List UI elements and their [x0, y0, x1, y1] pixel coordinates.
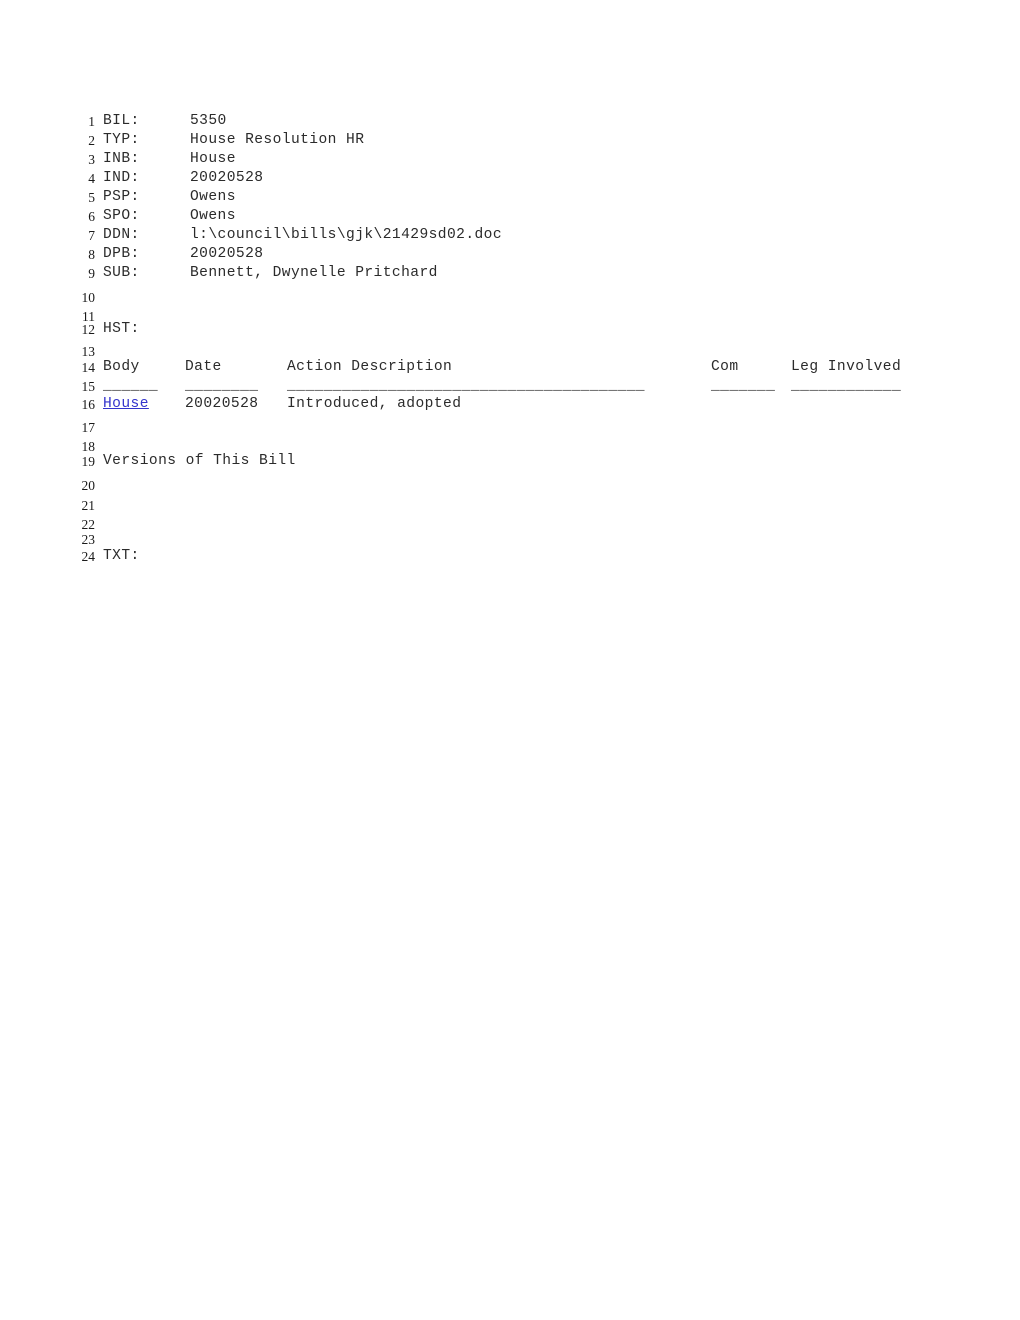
text-line: 21: [0, 496, 1020, 515]
field-value: House: [190, 151, 236, 167]
text-line: 1 BIL: 5350: [0, 112, 1020, 131]
field-value: 20020528: [190, 170, 264, 186]
text-line: 4 IND: 20020528: [0, 169, 1020, 188]
text-line: 15 ______ ________ ________________________…: [0, 377, 1020, 396]
line-number: 16: [81, 397, 96, 412]
text-line: 5 PSP: Owens: [0, 188, 1020, 207]
text-line: 9 SUB: Bennett, Dwynelle Pritchard: [0, 264, 1020, 283]
line-number: 12: [81, 322, 96, 337]
text-line: 17: [0, 418, 1020, 437]
field-value: Owens: [190, 208, 236, 224]
line-number: 24: [81, 549, 96, 564]
text-line: 8 DPB: 20020528: [0, 245, 1020, 264]
text-line: 20: [0, 476, 1020, 495]
line-number: 1: [88, 114, 95, 129]
text-line: 10: [0, 288, 1020, 307]
line-number: 6: [88, 209, 95, 224]
txt-section-label: TXT:: [103, 548, 140, 564]
text-line: 7 DDN: l:\council\bills\gjk\21429sd02.doc: [0, 226, 1020, 245]
field-value: House Resolution HR: [190, 132, 365, 148]
field-value: Owens: [190, 189, 236, 205]
column-header-com: Com: [711, 359, 739, 375]
text-line: 12 HST:: [0, 320, 1020, 339]
rule-com: _______: [711, 378, 776, 394]
field-label: TYP:: [103, 132, 140, 148]
field-label: SPO:: [103, 208, 140, 224]
column-header-body: Body: [103, 359, 140, 375]
field-label: SUB:: [103, 265, 140, 281]
history-action-description: Introduced, adopted: [287, 396, 462, 412]
line-number: 5: [88, 190, 95, 205]
field-value: 5350: [190, 113, 227, 129]
versions-heading: Versions of This Bill: [103, 453, 296, 469]
rule-leg: ____________: [791, 378, 902, 394]
rule-action: _______________________________________: [287, 378, 645, 394]
line-number: 4: [88, 171, 95, 186]
text-line: 6 SPO: Owens: [0, 207, 1020, 226]
text-line: 2 TYP: House Resolution HR: [0, 131, 1020, 150]
field-value: l:\council\bills\gjk\21429sd02.doc: [190, 227, 503, 243]
line-number: 20: [81, 478, 96, 493]
field-label: INB:: [103, 151, 140, 167]
field-value: Bennett, Dwynelle Pritchard: [190, 265, 438, 281]
text-line: 19 Versions of This Bill: [0, 452, 1020, 471]
text-line: 14 Body Date Action Description Com Leg Invol…: [0, 358, 1020, 377]
column-header-action: Action Description: [287, 359, 453, 375]
text-line: 16 House 20020528 Introduced, adopted: [0, 395, 1020, 414]
history-section-label: HST:: [103, 321, 140, 337]
line-number: 19: [81, 454, 96, 469]
field-label: PSP:: [103, 189, 140, 205]
field-label: BIL:: [103, 113, 140, 129]
rule-date: ________: [185, 378, 259, 394]
field-value: 20020528: [190, 246, 264, 262]
history-body-link[interactable]: House: [103, 395, 149, 414]
line-number: 7: [88, 228, 95, 243]
text-line: 24 TXT:: [0, 547, 1020, 566]
line-number: 10: [81, 290, 96, 305]
rule-body: ______: [103, 378, 159, 394]
line-number: 2: [88, 133, 95, 148]
field-label: IND:: [103, 170, 140, 186]
line-number: 14: [81, 360, 96, 375]
field-label: DPB:: [103, 246, 140, 262]
field-label: DDN:: [103, 227, 140, 243]
line-number: 17: [81, 420, 96, 435]
line-number: 8: [88, 247, 95, 262]
text-line: 3 INB: House: [0, 150, 1020, 169]
line-number: 3: [88, 152, 95, 167]
document-page: 1 BIL: 5350 2 TYP: House Resolution HR 3 INB: Ho…: [0, 0, 1020, 1320]
line-number: 21: [81, 498, 96, 513]
line-number: 9: [88, 266, 95, 281]
column-header-leg-involved: Leg Involved: [791, 359, 902, 375]
line-number: 15: [81, 379, 96, 394]
history-date: 20020528: [185, 396, 259, 412]
column-header-date: Date: [185, 359, 222, 375]
